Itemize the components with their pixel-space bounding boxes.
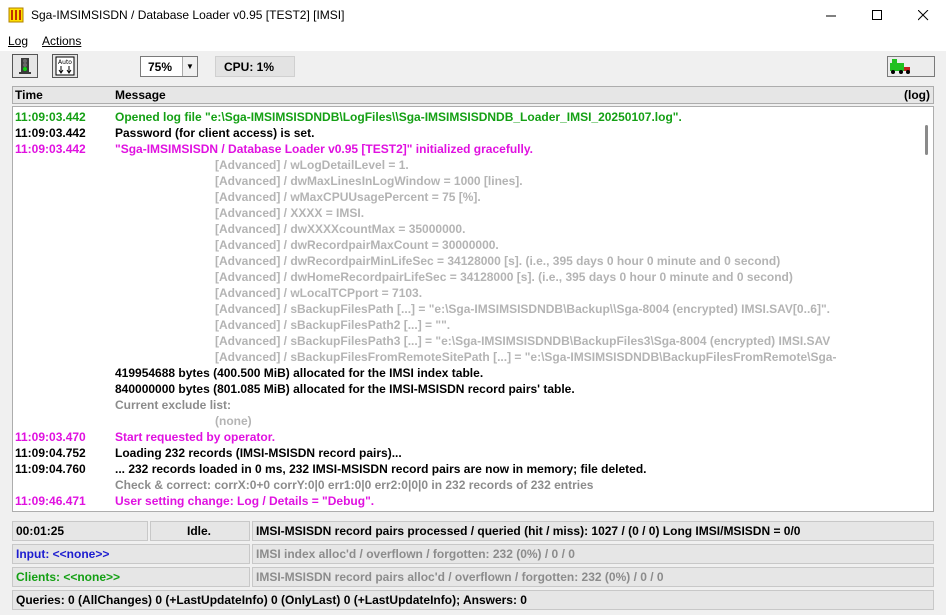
log-message: "Sga-IMSIMSISDN / Database Loader v0.95 … xyxy=(115,142,533,156)
menu-actions-label: Actions xyxy=(42,34,82,48)
input-label: Input: <<none>> xyxy=(12,544,250,564)
auto-scroll-icon: Auto xyxy=(55,56,75,76)
log-message: Loading 232 records (IMSI-MSISDN record … xyxy=(115,446,402,460)
log-message: Opened log file "e:\Sga-IMSIMSISDNDB\Log… xyxy=(115,110,682,124)
log-toggle[interactable]: (log) xyxy=(904,88,930,102)
chevron-down-icon[interactable]: ▼ xyxy=(182,57,197,76)
log-time: 11:09:03.442 xyxy=(15,126,86,140)
log-message: [Advanced] / sBackupFilesFromRemoteSiteP… xyxy=(215,350,837,364)
log-time: 11:09:03.442 xyxy=(15,110,86,124)
log-message: Current exclude list: xyxy=(115,398,232,412)
index-alloc-status: IMSI index alloc'd / overflown / forgott… xyxy=(252,544,934,564)
maximize-button[interactable] xyxy=(854,0,900,31)
log-header: Time Message (log) xyxy=(12,86,934,104)
menu-log-label: Log xyxy=(8,34,29,48)
pairs-alloc-status: IMSI-MSISDN record pairs alloc'd / overf… xyxy=(252,567,934,587)
log-message: (none) xyxy=(215,414,252,428)
log-message: Start requested by operator. xyxy=(115,430,276,444)
log-message: [Advanced] / dwHomeRecordpairLifeSec = 3… xyxy=(215,270,793,284)
log-message: [Advanced] / dwMaxLinesInLogWindow = 100… xyxy=(215,174,523,188)
log-time: 11:09:03.442 xyxy=(15,142,86,156)
log-message: Input file "Sga-8004-IMSI.txt" ... xyxy=(115,509,292,511)
menu-log[interactable]: Log xyxy=(8,34,28,48)
auto-scroll-button[interactable]: Auto xyxy=(52,54,78,78)
scrollbar[interactable] xyxy=(919,107,933,511)
log-message: Check & correct: corrX:0+0 corrY:0|0 err… xyxy=(115,478,594,492)
column-message-header[interactable]: Message xyxy=(115,88,166,102)
log-message: [Advanced] / dwRecordpairMaxCount = 3000… xyxy=(215,238,499,252)
log-message: [Advanced] / dwRecordpairMinLifeSec = 34… xyxy=(215,254,781,268)
log-message: [Advanced] / dwXXXXcountMax = 35000000. xyxy=(215,222,466,236)
log-message: 840000000 bytes (801.085 MiB) allocated … xyxy=(115,382,575,396)
log-window[interactable]: 11:09:50.091 Input file "Sga-8004-IMSI.tx… xyxy=(12,106,934,512)
minimize-icon xyxy=(825,15,836,17)
close-icon xyxy=(917,10,928,21)
app-icon xyxy=(8,7,24,23)
log-time: 11:09:04.760 xyxy=(15,462,86,476)
log-message: [Advanced] / sBackupFilesPath [...] = "e… xyxy=(215,302,830,316)
processed-status: IMSI-MSISDN record pairs processed / que… xyxy=(252,521,934,541)
title-bar: Sga-IMSIMSISDN / Database Loader v0.95 [… xyxy=(0,0,946,31)
log-message: [Advanced] / wLocalTCPport = 7103. xyxy=(215,286,423,300)
log-message: ... 232 records loaded in 0 ms, 232 IMSI… xyxy=(115,462,647,476)
elapsed-time: 00:01:25 xyxy=(12,521,148,541)
zoom-select[interactable]: 75% ▼ xyxy=(140,56,198,77)
train-icon xyxy=(890,59,910,74)
menu-actions[interactable]: Actions xyxy=(42,34,81,48)
zoom-value: 75% xyxy=(148,59,173,74)
maximize-icon xyxy=(871,10,882,20)
log-time: 11:09:03.470 xyxy=(15,430,86,444)
queries-status: Queries: 0 (AllChanges) 0 (+LastUpdateIn… xyxy=(12,590,934,610)
log-message: [Advanced] / sBackupFilesPath2 [...] = "… xyxy=(215,318,451,332)
log-message: [Advanced] / wMaxCPUUsagePercent = 75 [%… xyxy=(215,190,481,204)
status-indicator xyxy=(887,56,935,77)
log-time: 11:09:50.091 xyxy=(15,509,86,511)
close-button[interactable] xyxy=(900,0,946,31)
log-message: 419954688 bytes (400.500 MiB) allocated … xyxy=(115,366,484,380)
log-message: User setting change: Log / Details = "De… xyxy=(115,494,375,508)
svg-text:Auto: Auto xyxy=(58,59,72,66)
log-time: 11:09:04.752 xyxy=(15,446,86,460)
log-message: [Advanced] / sBackupFilesPath3 [...] = "… xyxy=(215,334,831,348)
column-time-header[interactable]: Time xyxy=(15,88,43,102)
toolbar: Auto 75% ▼ CPU: 1% xyxy=(0,52,946,82)
scroll-thumb[interactable] xyxy=(925,125,928,155)
clients-label: Clients: <<none>> xyxy=(12,567,250,587)
log-message: [Advanced] / XXXX = IMSI. xyxy=(215,206,365,220)
cpu-usage: CPU: 1% xyxy=(215,56,295,77)
minimize-button[interactable] xyxy=(808,0,854,31)
log-time: 11:09:46.471 xyxy=(15,494,86,508)
log-message: [Advanced] / wLogDetailLevel = 1. xyxy=(215,158,409,172)
state-text: Idle. xyxy=(150,521,250,541)
traffic-light-icon xyxy=(19,58,31,74)
menu-bar: Log Actions xyxy=(0,31,946,51)
window-title: Sga-IMSIMSISDN / Database Loader v0.95 [… xyxy=(31,8,345,22)
log-message: Password (for client access) is set. xyxy=(115,126,315,140)
traffic-light-button[interactable] xyxy=(12,54,38,78)
